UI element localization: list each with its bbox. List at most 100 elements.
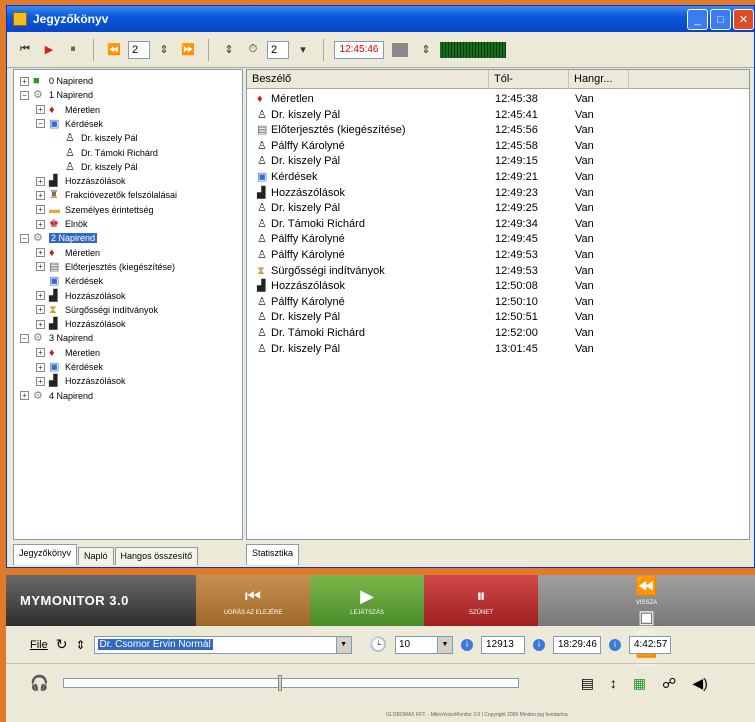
tree-item[interactable]: + ▟ Hozzászólások: [36, 289, 126, 303]
expander-toggle[interactable]: +: [36, 362, 45, 372]
tree-item[interactable]: + ♜ Frakcióvezetők felszólalásai: [36, 188, 177, 202]
list-row[interactable]: ▟ Hozzászólások 12:49:23 Van: [247, 186, 629, 200]
tree-item[interactable]: − ⚙ 2 Napirend: [20, 231, 98, 245]
tree-item[interactable]: + ♦ Méretlen: [36, 346, 100, 360]
list-row[interactable]: ♙ Pálffy Károlyné 12:49:53 Van: [247, 248, 629, 262]
tree-item[interactable]: + ▟ Hozzászólások: [36, 374, 126, 388]
expander-toggle[interactable]: +: [36, 219, 45, 229]
list-row[interactable]: ♙ Dr. Támoki Richárd 12:49:34 Van: [247, 217, 629, 231]
spinner-arrows-icon[interactable]: ⇕: [219, 40, 239, 60]
tree-item[interactable]: − ⚙ 3 Napirend: [20, 331, 93, 345]
back-button[interactable]: ⏪ VISSZA: [635, 575, 657, 606]
tree-item[interactable]: ♙ Dr. kiszely Pál: [52, 131, 138, 145]
tree-item[interactable]: − ▣ Kérdések: [36, 117, 103, 131]
list-row[interactable]: ♙ Pálffy Károlyné 12:49:45 Van: [247, 232, 629, 246]
expander-toggle[interactable]: +: [36, 176, 45, 186]
expander-toggle[interactable]: +: [36, 105, 45, 115]
timer-spinner[interactable]: 2: [267, 40, 289, 59]
expander-toggle[interactable]: −: [20, 233, 29, 243]
list-row[interactable]: ♙ Dr. kiszely Pál 12:50:51 Van: [247, 310, 629, 324]
expander-toggle[interactable]: +: [36, 348, 45, 358]
skip-start-icon[interactable]: ⏮: [15, 40, 35, 60]
tree-item[interactable]: + ■ 0 Napirend: [20, 74, 93, 88]
list-row[interactable]: ♙ Pálffy Károlyné 12:45:58 Van: [247, 139, 629, 153]
close-button[interactable]: ✕: [733, 9, 754, 30]
expander-toggle[interactable]: +: [36, 319, 45, 329]
play-icon[interactable]: ▶: [39, 40, 59, 60]
tree-item[interactable]: + ▟ Hozzászólások: [36, 317, 126, 331]
tree-item[interactable]: + ▬ Személyes érintettség: [36, 203, 154, 217]
pause-icon[interactable]: ⏸: [63, 40, 83, 60]
volume-spinner-icon[interactable]: ⇕: [416, 40, 436, 60]
expander-toggle[interactable]: +: [36, 291, 45, 300]
tab-statistics[interactable]: Statisztika: [246, 544, 300, 565]
expander-toggle[interactable]: +: [36, 376, 45, 386]
notes-icon[interactable]: ▤: [581, 675, 594, 692]
list-row[interactable]: ♙ Dr. kiszely Pál 12:49:15 Van: [247, 154, 629, 168]
list-row[interactable]: ⧗ Sürgősségi indítványok 12:49:53 Van: [247, 264, 629, 278]
position-slider[interactable]: [62, 675, 519, 691]
spinner-arrows-icon[interactable]: ⇕: [154, 40, 174, 60]
list-row[interactable]: ♙ Dr. kiszely Pál 12:45:41 Van: [247, 108, 629, 122]
list-row[interactable]: ♙ Dr. kiszely Pál 13:01:45 Van: [247, 342, 629, 356]
list-row[interactable]: ▤ Előterjesztés (kiegészítése) 12:45:56 Van: [247, 123, 629, 137]
expander-toggle[interactable]: +: [36, 248, 45, 258]
fast-forward-icon[interactable]: ⏩: [178, 40, 198, 60]
minimize-button[interactable]: _: [687, 9, 708, 30]
column-header-speaker[interactable]: Beszélő: [247, 70, 489, 89]
tree-item[interactable]: + ♦ Méretlen: [36, 103, 100, 117]
chevron-down-icon[interactable]: ▼: [436, 636, 452, 653]
column-header-audio[interactable]: Hangr...: [569, 70, 629, 89]
expander-toggle[interactable]: +: [36, 190, 45, 200]
speaker-icon[interactable]: ◀): [692, 675, 707, 692]
expander-toggle[interactable]: +: [36, 305, 45, 315]
tree-item[interactable]: + ⚙ 4 Napirend: [20, 389, 93, 403]
expander-toggle[interactable]: −: [20, 333, 29, 343]
expander-toggle[interactable]: −: [36, 119, 45, 129]
pause-button[interactable]: ⏸ SZÜNET: [424, 575, 538, 626]
vertical-arrows-icon[interactable]: ↕: [610, 675, 617, 692]
tree-item[interactable]: + ⧗ Sürgősségi indítványok: [36, 303, 158, 317]
tree-item[interactable]: + ▟ Hozzászólások: [36, 174, 126, 188]
expander-toggle[interactable]: +: [36, 262, 45, 272]
list-row[interactable]: ♙ Pálffy Károlyné 12:50:10 Van: [247, 295, 629, 309]
expander-toggle[interactable]: +: [20, 76, 29, 86]
tab-log[interactable]: Napló: [78, 547, 114, 565]
stop-icon[interactable]: [392, 42, 408, 57]
list-row[interactable]: ▣ Kérdések 12:49:21 Van: [247, 170, 629, 184]
timer-icon[interactable]: ⏱: [243, 40, 263, 60]
tab-audio-summary[interactable]: Hangos összesítő: [114, 547, 199, 565]
speaker-select[interactable]: Dr. Csomor Ervin Normál ▼: [93, 635, 352, 654]
list-row[interactable]: ♦ Méretlen 12:45:38 Van: [247, 92, 629, 106]
tree-item[interactable]: ▣ Kérdések: [36, 274, 103, 288]
slider-thumb[interactable]: [277, 675, 282, 691]
file-menu[interactable]: File: [30, 639, 48, 651]
list-row[interactable]: ♙ Dr. kiszely Pál 12:49:25 Van: [247, 201, 629, 215]
chevron-down-icon[interactable]: ▼: [335, 636, 351, 653]
speed-select[interactable]: 10 ▼: [394, 635, 453, 654]
tree-item[interactable]: + ♦ Méretlen: [36, 246, 100, 260]
dropdown-icon[interactable]: ▾: [293, 40, 313, 60]
list-row[interactable]: ▟ Hozzászólások 12:50:08 Van: [247, 279, 629, 293]
tree-item[interactable]: − ⚙ 1 Napirend: [20, 88, 93, 102]
maximize-button[interactable]: □: [710, 9, 731, 30]
rewind-icon[interactable]: ⏪: [104, 40, 124, 60]
spinner-arrows-icon[interactable]: ⇕: [75, 638, 85, 652]
tree-item[interactable]: + ▣ Kérdések: [36, 360, 103, 374]
list-row[interactable]: ♙ Dr. Támoki Richárd 12:52:00 Van: [247, 326, 629, 340]
tab-transcript[interactable]: Jegyzőkönyv: [13, 544, 78, 565]
tree-item[interactable]: ♙ Dr. kiszely Pál: [52, 160, 138, 174]
tree-item[interactable]: ♙ Dr. Támoki Richárd: [52, 146, 158, 160]
green-grid-icon[interactable]: ▦: [633, 675, 646, 692]
play-button[interactable]: ▶ LEJÁTSZÁS: [310, 575, 424, 626]
speaker-list[interactable]: Beszélő Tól- Hangr... ♦ Méretlen 12:45:38 V…: [246, 69, 750, 540]
expander-toggle[interactable]: −: [20, 90, 29, 100]
tree-item[interactable]: + ▤ Előterjesztés (kiegészítése): [36, 260, 175, 274]
column-header-from[interactable]: Tól-: [489, 70, 569, 89]
jump-to-start-button[interactable]: ⏮ UGRÁS AZ ELEJÉRE: [196, 575, 310, 626]
step-spinner[interactable]: 2: [128, 40, 150, 59]
network-icon[interactable]: ☍: [662, 675, 676, 692]
expander-toggle[interactable]: +: [20, 391, 29, 401]
refresh-icon[interactable]: ↻: [56, 636, 68, 653]
expander-toggle[interactable]: +: [36, 205, 45, 215]
